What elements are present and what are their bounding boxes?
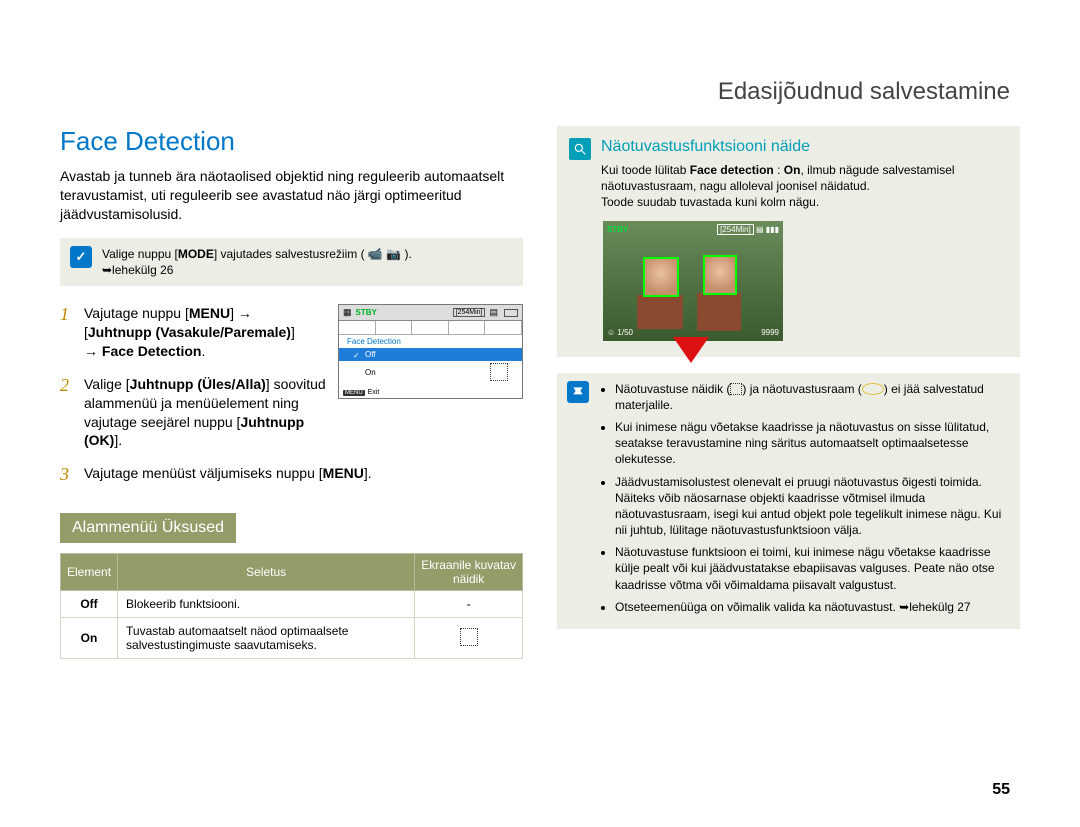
menu-option-on: On [339, 361, 522, 383]
options-table: Element Seletus Ekraanile kuvatav näidik… [60, 553, 523, 659]
face-icon [460, 628, 478, 646]
menu-key: MENU [343, 390, 365, 396]
step-number: 2 [60, 375, 74, 451]
face-frame [643, 257, 679, 297]
t: ]. [114, 432, 122, 448]
t: Valige nuppu [ [102, 247, 178, 261]
list-item: Näotuvastuse näidik ( ) ja näotuvastusraa… [615, 381, 1010, 413]
battery-icon [504, 309, 518, 317]
stby-label: STBY [607, 225, 628, 234]
cell [415, 618, 523, 659]
card-icon: ▤ [489, 307, 498, 318]
face-icon: ☺ [607, 328, 615, 337]
t: ] vajutades salvestusrežiim ( [214, 247, 365, 261]
t: Valige [ [84, 376, 130, 392]
t: → [84, 343, 102, 359]
step-number: 3 [60, 464, 74, 485]
cell: Blokeerib funktsiooni. [118, 591, 415, 618]
th-element: Element [61, 554, 118, 591]
video-icon: 📹 [368, 247, 383, 261]
face-icon [730, 383, 742, 395]
t: Näotuvastuse näidik ( [615, 382, 730, 396]
intro-text: Avastab ja tunneb ära näotaolised objekt… [60, 167, 523, 224]
exit-label: Exit [368, 389, 380, 396]
frame-icon [862, 383, 884, 395]
t: On [365, 368, 376, 377]
menu-key: MENU [323, 465, 364, 481]
tips-box: Näotuvastuse näidik ( ) ja näotuvastusraa… [557, 373, 1020, 629]
t: On [784, 163, 801, 177]
cell: On [81, 631, 98, 645]
check-icon: ✓ [353, 351, 361, 359]
face-icon [490, 363, 508, 381]
submenu-heading: Alammenüü Üksused [60, 513, 236, 543]
nav-key: Juhtnupp (Vasakule/Paremale) [88, 324, 291, 340]
nav-key: Juhtnupp (Üles/Alla) [130, 376, 266, 392]
left-column: Face Detection Avastab ja tunneb ära näo… [60, 126, 523, 659]
card-icon: ▤ [756, 225, 764, 234]
check-icon: ✓ [70, 246, 92, 268]
t: ) ja näotuvastusraam ( [742, 382, 861, 396]
page-number: 55 [992, 781, 1010, 799]
step-3: 3 Vajutage menüüst väljumiseks nuppu [ME… [60, 464, 523, 485]
t: ). [405, 247, 412, 261]
battery-icon: ▮▮▮ [766, 225, 779, 234]
list-item: Näotuvastuse funktsioon ei toimi, kui in… [615, 544, 1010, 593]
cell: Off [80, 597, 97, 611]
t: Off [365, 350, 376, 359]
camera-icon: 📷 [386, 247, 401, 261]
cell: Tuvastab automaatselt näod optimaalsete … [118, 618, 415, 659]
step-number: 1 [60, 304, 74, 361]
t: Toode suudab tuvastada kuni kolm nägu. [601, 195, 819, 209]
example-heading: Näotuvastusfunktsiooni näide [601, 138, 1008, 156]
section-title: Face Detection [60, 126, 523, 157]
t: Kui toode lülitab [601, 163, 690, 177]
list-item: Otseteemenüüga on võimalik valida ka näo… [615, 599, 1010, 615]
t: ] [291, 324, 295, 340]
arrow-down-icon [673, 337, 709, 363]
menu-key: MENU [189, 305, 230, 321]
mode-key: MODE [178, 247, 214, 261]
list-item: Jäädvustamisolustest olenevalt ei pruugi… [615, 474, 1010, 539]
mode-note-text: Valige nuppu [MODE] vajutades salvestusr… [102, 246, 412, 278]
th-desc: Seletus [118, 554, 415, 591]
magnifier-icon [569, 138, 591, 160]
page-ref: ➥lehekülg 26 [102, 263, 173, 277]
shots-label: 9999 [761, 328, 779, 337]
t: . [201, 343, 205, 359]
t: Face detection [690, 163, 774, 177]
stby-label: STBY [356, 308, 377, 317]
t: Vajutage nuppu [ [84, 305, 189, 321]
example-text: Kui toode lülitab Face detection : On, i… [601, 162, 1008, 211]
tips-list: Näotuvastuse näidik ( ) ja näotuvastusraa… [599, 381, 1010, 621]
face-frame [703, 255, 737, 295]
list-item: Kui inimese nägu võetakse kaadrisse ja n… [615, 419, 1010, 468]
th-indicator: Ekraanile kuvatav näidik [415, 554, 523, 591]
table-row: Off Blokeerib funktsiooni. - [61, 591, 523, 618]
rec-label: 1/50 [617, 328, 633, 337]
t: ]. [364, 465, 372, 481]
time-label: [254Min] [717, 224, 754, 235]
example-box: Näotuvastusfunktsiooni näide Kui toode l… [557, 126, 1020, 357]
sample-photo: STBY [254Min] ▤ ▮▮▮ ☺ 1/50 9999 [603, 221, 783, 341]
fd-label: Face Detection [102, 343, 202, 359]
video-icon: ▦ [343, 307, 352, 318]
menu-option-off: ✓ Off [339, 348, 522, 361]
cell: - [415, 591, 523, 618]
t: ] → [230, 305, 252, 321]
step-2: 2 Valige [Juhtnupp (Üles/Alla)] soovitud… [60, 375, 330, 451]
mode-note: ✓ Valige nuppu [MODE] vajutades salvestu… [60, 238, 523, 286]
table-row: On Tuvastab automaatselt näod optimaalse… [61, 618, 523, 659]
right-column: Näotuvastusfunktsiooni näide Kui toode l… [557, 126, 1020, 659]
t: : [774, 163, 784, 177]
t: Vajutage menüüst väljumiseks nuppu [ [84, 465, 323, 481]
osd-screenshot: ▦ STBY [254Min] ▤ Face Detection ✓ Off On… [338, 304, 523, 399]
time-label: [254Min] [453, 308, 486, 317]
note-icon [567, 381, 589, 403]
menu-title: Face Detection [339, 335, 522, 348]
chapter-title: Edasijõudnud salvestamine [718, 78, 1010, 106]
step-1: 1 Vajutage nuppu [MENU] → [Juhtnupp (Vas… [60, 304, 330, 361]
